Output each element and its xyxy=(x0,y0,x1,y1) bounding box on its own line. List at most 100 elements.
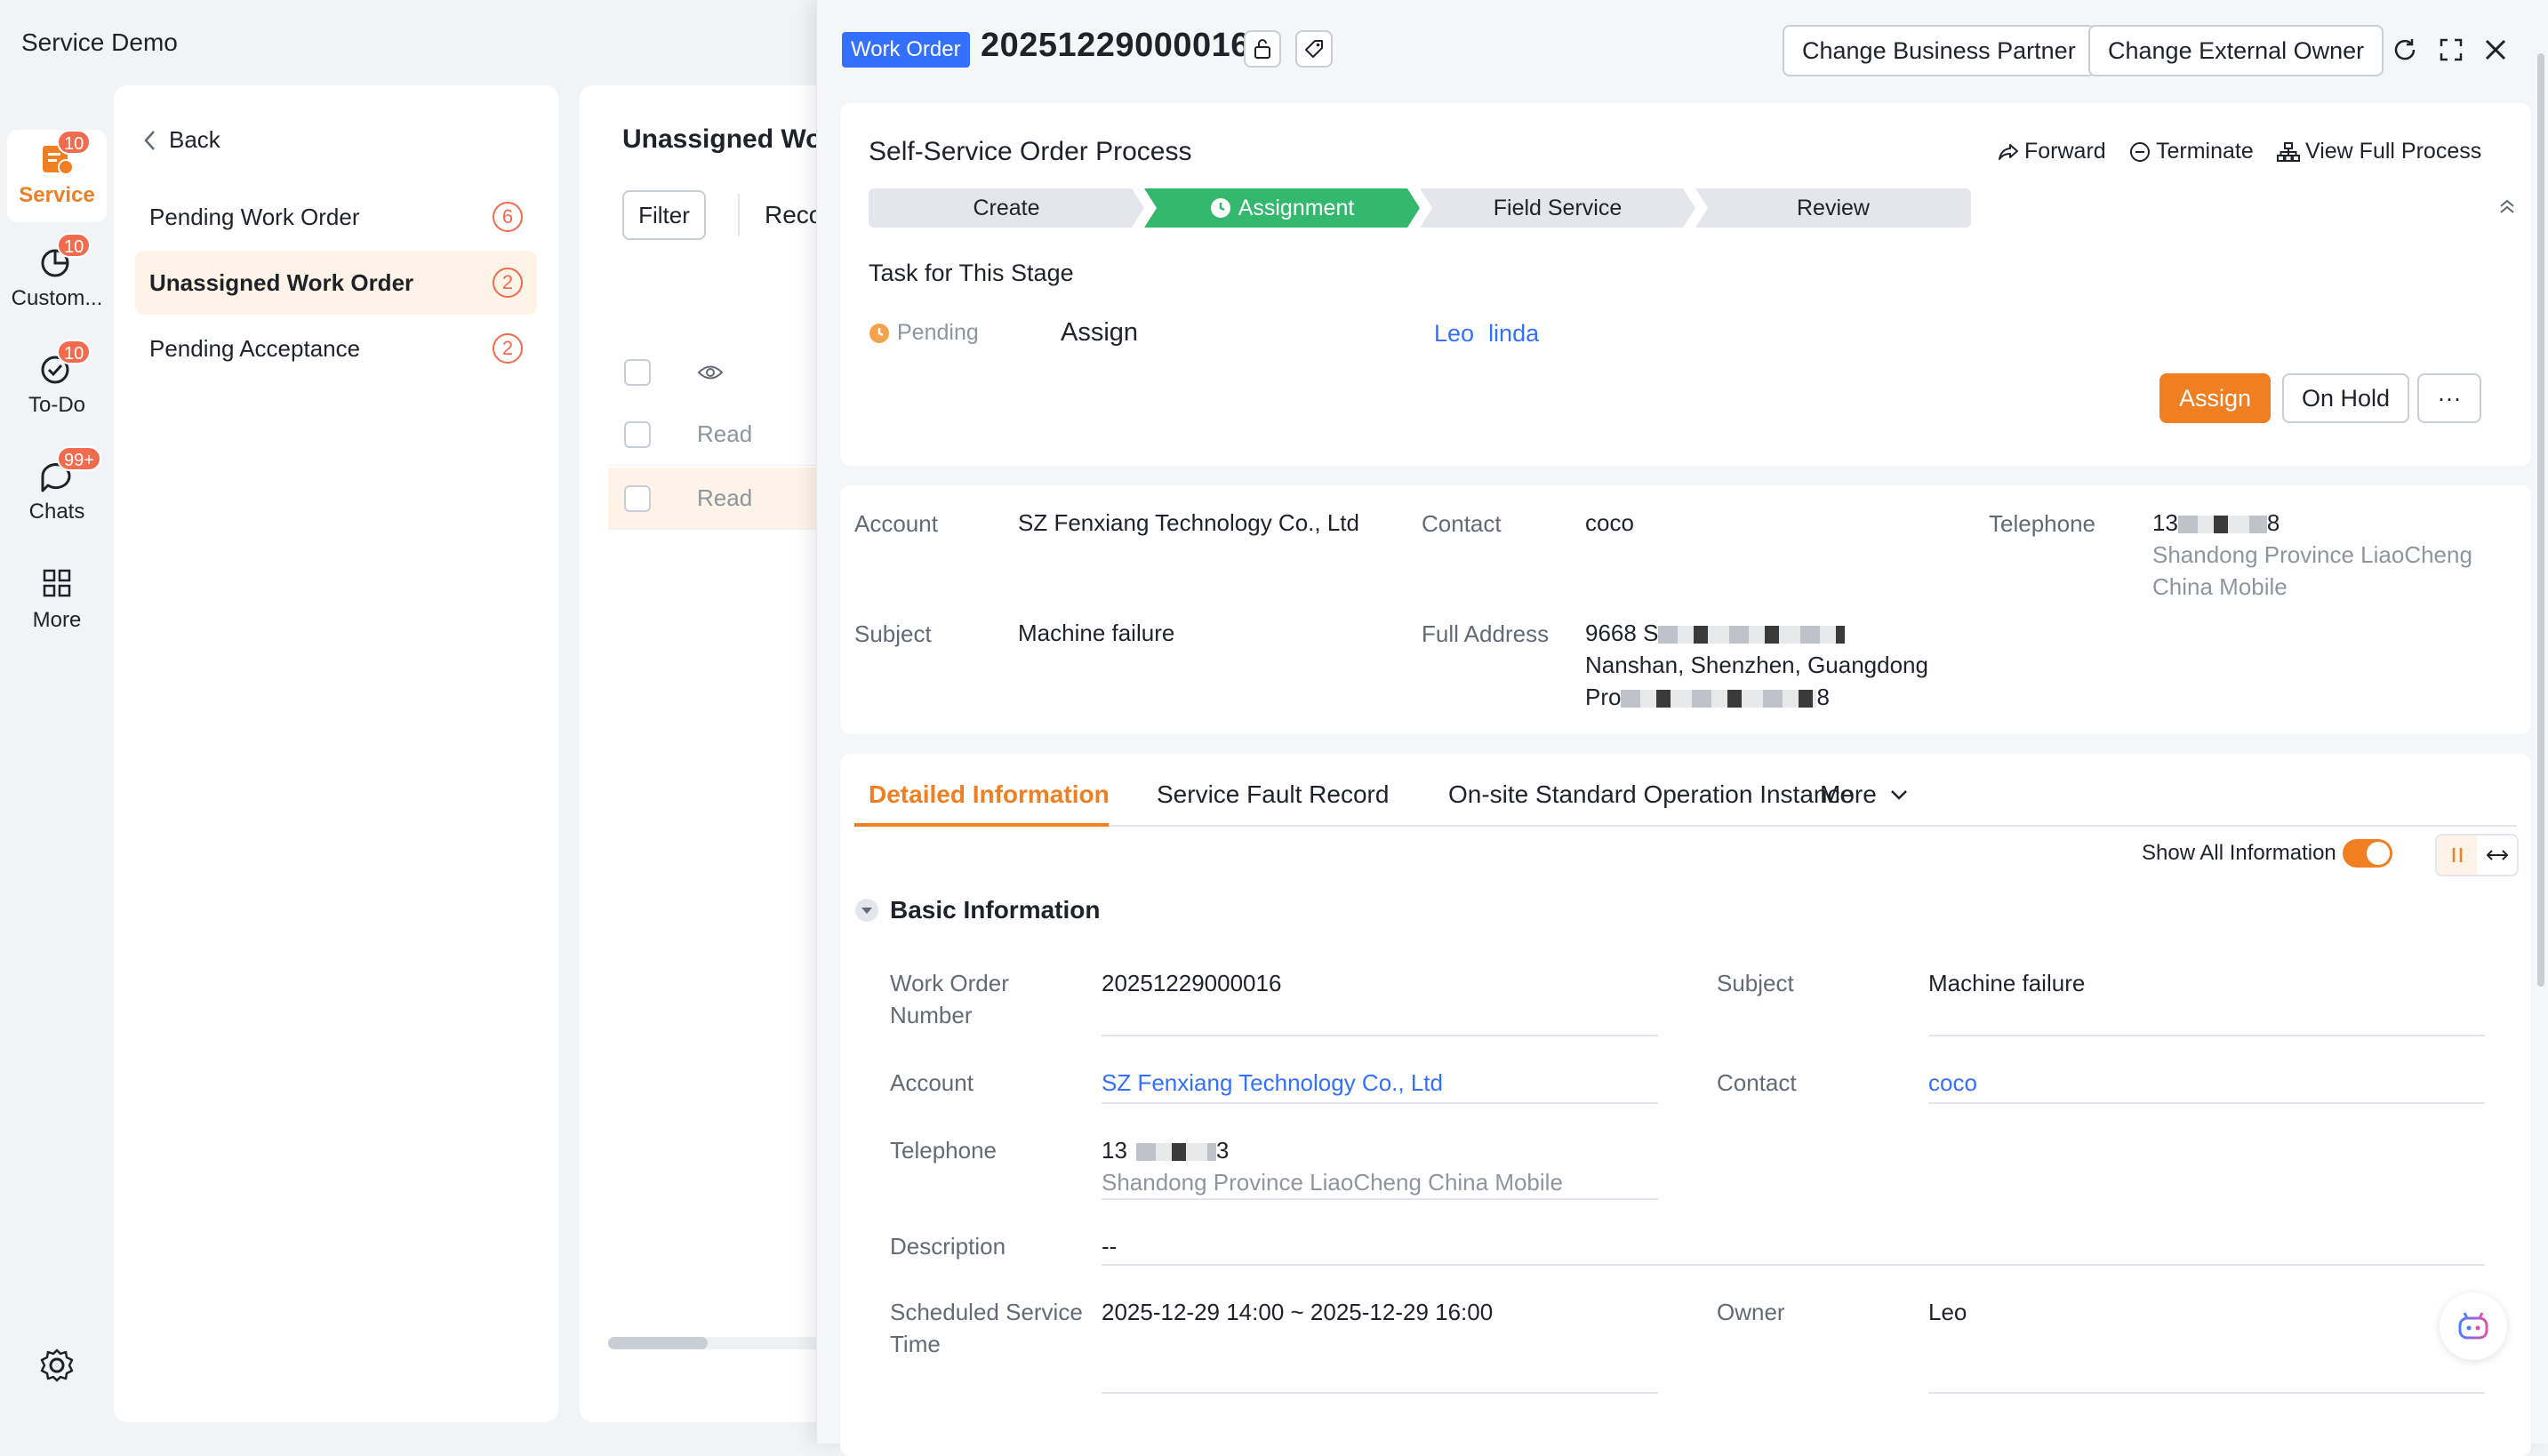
change-external-owner-button[interactable]: Change External Owner xyxy=(2088,25,2384,76)
task-stage-label: Task for This Stage xyxy=(869,260,1074,286)
work-order-number-value: 20251229000016 xyxy=(1102,970,1282,996)
tab-on-site-standard-operation-instance[interactable]: On-site Standard Operation Instance xyxy=(1448,780,1854,809)
stage-assignment[interactable]: Assignment xyxy=(1144,188,1420,228)
task-name: Assign xyxy=(1061,318,1139,347)
assignee-list: Leo linda xyxy=(1434,320,1539,348)
service-icon: 10 xyxy=(37,130,92,178)
caret-down-icon xyxy=(854,898,879,923)
lock-icon[interactable] xyxy=(1244,30,1281,68)
vertical-scrollbar[interactable] xyxy=(2537,53,2544,987)
check-circle-icon: 10 xyxy=(37,340,92,388)
assignee-link[interactable]: linda xyxy=(1488,320,1539,348)
horizontal-scrollbar[interactable] xyxy=(608,1337,846,1349)
terminate-button[interactable]: Terminate xyxy=(2129,139,2254,164)
tab-service-fault-record[interactable]: Service Fault Record xyxy=(1157,780,1389,809)
redacted-mask xyxy=(1621,690,1817,708)
assignee-link[interactable]: Leo xyxy=(1434,320,1474,348)
eye-icon[interactable] xyxy=(697,363,724,382)
chevron-left-icon xyxy=(142,129,156,152)
subject-value: Machine failure xyxy=(1018,620,1175,646)
nav-item-more[interactable]: More xyxy=(0,564,114,633)
telephone-value: 13 3 Shandong Province LiaoCheng China Mo… xyxy=(1102,1134,1563,1198)
detail-card: Detailed Information Service Fault Recor… xyxy=(840,754,2531,1456)
nav-item-todo[interactable]: 10 To-Do xyxy=(0,340,114,418)
description-label: Description xyxy=(890,1233,1006,1260)
flow-chart-icon xyxy=(2277,141,2300,163)
nav-item-chats[interactable]: 99+ Chats xyxy=(0,446,114,524)
close-icon[interactable] xyxy=(2478,32,2513,68)
show-all-info-toggle[interactable] xyxy=(2343,839,2392,868)
sidebar-item-pending-acceptance[interactable]: Pending Acceptance 2 xyxy=(135,316,537,380)
account-link[interactable]: SZ Fenxiang Technology Co., Ltd xyxy=(1018,507,1359,539)
tag-icon[interactable] xyxy=(1295,30,1333,68)
assign-button[interactable]: Assign xyxy=(2159,373,2272,423)
account-link[interactable]: SZ Fenxiang Technology Co., Ltd xyxy=(1102,1067,1443,1099)
sidebar-item-label: Pending Acceptance xyxy=(149,334,361,362)
tab-detailed-information[interactable]: Detailed Information xyxy=(869,780,1110,809)
row-checkbox[interactable] xyxy=(624,484,651,512)
stage-label: Field Service xyxy=(1493,195,1623,220)
stage-create[interactable]: Create xyxy=(869,188,1144,228)
refresh-icon[interactable] xyxy=(2387,32,2423,68)
description-value: -- xyxy=(1102,1233,1118,1260)
gear-icon[interactable] xyxy=(37,1346,76,1385)
record-label[interactable]: Reco xyxy=(765,201,822,229)
select-all-checkbox[interactable] xyxy=(624,359,651,386)
collapse-icon[interactable] xyxy=(2497,197,2517,217)
nav-badge: 10 xyxy=(57,340,92,364)
sidebar-item-unassigned-work-order[interactable]: Unassigned Work Order 2 xyxy=(135,251,537,315)
view-full-process-button[interactable]: View Full Process xyxy=(2277,139,2481,164)
filter-button[interactable]: Filter xyxy=(622,190,706,240)
work-order-drawer: Work Order 20251229000016 Change Busines… xyxy=(816,0,2548,1456)
expand-icon[interactable] xyxy=(2433,32,2469,68)
summary-card: Account SZ Fenxiang Technology Co., Ltd … xyxy=(840,485,2531,734)
read-status: Read xyxy=(697,420,753,447)
address-line3: Pro xyxy=(1585,684,1622,710)
telephone-value: 13 8 Shandong Province LiaoCheng China Mo… xyxy=(2152,507,2508,603)
clock-icon xyxy=(1210,197,1231,219)
table-row[interactable]: Read xyxy=(608,468,846,530)
subject-label: Subject xyxy=(854,620,932,647)
contact-link[interactable]: coco xyxy=(1928,1067,1977,1099)
field-underline xyxy=(1102,1198,1658,1200)
nav-item-service[interactable]: 10 Service xyxy=(7,130,107,222)
sidebar-item-pending-work-order[interactable]: Pending Work Order 6 xyxy=(135,185,537,249)
stage-review[interactable]: Review xyxy=(1695,188,1971,228)
telephone-carrier: Shandong Province LiaoCheng China Mobile xyxy=(1102,1169,1563,1196)
horizontal-arrows-icon[interactable] xyxy=(2477,836,2517,875)
address-line3-suffix: 8 xyxy=(1816,684,1830,710)
telephone-label: Telephone xyxy=(1989,510,2095,537)
forward-button[interactable]: Forward xyxy=(1998,139,2106,164)
field-underline xyxy=(1928,1035,2485,1036)
process-title: Self-Service Order Process xyxy=(869,137,1192,166)
forward-icon xyxy=(1998,142,2019,162)
assistant-bot-button[interactable] xyxy=(2440,1292,2507,1360)
change-business-partner-button[interactable]: Change Business Partner xyxy=(1783,25,2095,76)
basic-information-header[interactable]: Basic Information xyxy=(854,896,1100,924)
task-status: Pending xyxy=(869,320,979,346)
column-layout-icon[interactable] xyxy=(2437,836,2477,875)
owner-label: Owner xyxy=(1717,1299,1785,1325)
contact-link[interactable]: coco xyxy=(1585,507,1634,539)
show-all-info-label: Show All Information xyxy=(2142,841,2336,865)
detail-tabs: Detailed Information Service Fault Recor… xyxy=(854,754,2517,827)
nav-label: Chats xyxy=(28,500,85,524)
stage-field-service[interactable]: Field Service xyxy=(1420,188,1695,228)
chat-bubble-icon: 99+ xyxy=(37,446,101,494)
tab-more[interactable]: More xyxy=(1820,780,1909,809)
terminate-label: Terminate xyxy=(2156,139,2254,164)
read-status: Read xyxy=(697,484,753,511)
telephone-prefix: 13 xyxy=(2152,509,2178,536)
nav-badge: 10 xyxy=(57,233,92,258)
row-checkbox[interactable] xyxy=(624,420,651,448)
full-address-label: Full Address xyxy=(1422,620,1550,647)
back-button[interactable]: Back xyxy=(142,126,220,154)
nav-item-customer[interactable]: 10 Custom... xyxy=(0,233,114,311)
layout-switcher xyxy=(2435,834,2519,876)
account-label: Account xyxy=(890,1069,974,1096)
more-actions-button[interactable]: ··· xyxy=(2417,373,2481,423)
subject-label: Subject xyxy=(1717,970,1794,996)
on-hold-button[interactable]: On Hold xyxy=(2282,373,2410,423)
divider xyxy=(738,194,740,236)
table-row[interactable]: Read xyxy=(608,404,846,466)
